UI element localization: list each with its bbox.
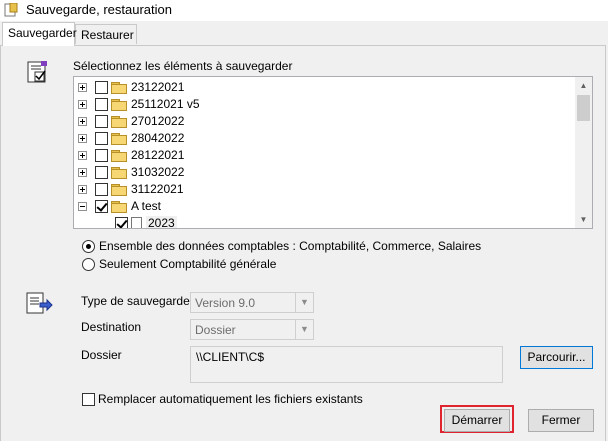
destination-value: Dossier [195,323,236,337]
folder-label: Dossier [81,348,122,362]
replace-checkbox[interactable] [82,393,95,406]
scroll-thumb[interactable] [577,95,590,121]
tree-item[interactable]: 31032022 [74,164,574,181]
tree-item-label: 27012022 [131,114,185,128]
folder-icon [111,116,127,128]
tree-item-label: 31122021 [131,182,184,196]
tree-item-label: A test [131,199,162,213]
tree-item[interactable]: 28122021 [74,147,574,164]
tree-checkbox[interactable] [95,98,108,111]
tree-item[interactable]: 25112021 v5 [74,96,574,113]
checklist-icon [27,61,47,83]
browse-label: Parcourir... [527,350,586,364]
tree-checkbox[interactable] [95,132,108,145]
tab-label: Restaurer [81,28,134,42]
title-bar: Sauvegarde, restauration [0,0,608,21]
scroll-down-icon[interactable]: ▼ [575,211,592,228]
radio-all-data[interactable] [82,240,95,253]
tab-label: Sauvegarder [8,26,77,40]
tree-item-label: 28042022 [131,131,185,145]
tab-restaurer[interactable]: Restaurer [75,24,137,44]
tree-scrollbar[interactable]: ▲ ▼ [575,77,592,228]
backup-type-value: Version 9.0 [195,296,256,310]
tree-checkbox[interactable] [95,81,108,94]
tree-checkbox[interactable] [95,115,108,128]
backup-type-label: Type de sauvegarde [81,294,190,308]
tree-item[interactable]: A test [74,198,574,215]
start-label: Démarrer [451,413,503,427]
tree-checkbox[interactable] [95,149,108,162]
folder-icon [111,184,127,196]
radio-general-ledger[interactable] [82,258,95,271]
tree-item[interactable]: 23122021 [74,79,574,96]
expand-icon[interactable] [78,134,87,143]
folder-path-value: \\CLIENT\C$ [196,350,265,364]
folder-icon [111,201,127,213]
tab-sauvegarder[interactable]: Sauvegarder [2,22,77,46]
browse-button[interactable]: Parcourir... [520,346,593,369]
folder-path-field[interactable]: \\CLIENT\C$ [190,346,503,383]
close-label: Fermer [541,413,581,427]
tree-item[interactable]: 2023 [74,215,574,229]
radio-general-ledger-label: Seulement Comptabilité générale [99,257,277,271]
tree-item-label: 25112021 v5 [131,97,200,111]
app-icon [4,3,18,17]
tree-item[interactable]: 28042022 [74,130,574,147]
backup-type-select[interactable]: Version 9.0 ▼ [190,292,314,313]
backup-icon [26,292,53,314]
tree-checkbox[interactable] [95,183,108,196]
tree-item-label: 31032022 [131,165,185,179]
folder-icon [111,133,127,145]
tree-item[interactable]: 31122021 [74,181,574,198]
close-button[interactable]: Fermer [528,409,594,432]
tree-item-label: 2023 [146,216,177,229]
chevron-down-icon[interactable]: ▼ [295,320,313,339]
expand-icon[interactable] [78,100,87,109]
expand-icon[interactable] [78,185,87,194]
document-icon [131,217,142,228]
replace-label: Remplacer automatiquement les fichiers e… [98,392,363,406]
chevron-down-icon[interactable]: ▼ [295,293,313,312]
expand-icon[interactable] [78,83,87,92]
collapse-icon[interactable] [78,202,87,211]
expand-icon[interactable] [78,117,87,126]
destination-select[interactable]: Dossier ▼ [190,319,314,340]
backup-tree[interactable]: 23122021 25112021 v5 27012022 28042022 2… [73,76,593,229]
destination-label: Destination [81,320,142,334]
folder-icon [111,99,127,111]
tree-checkbox[interactable] [95,200,108,213]
tree-checkbox[interactable] [95,166,108,179]
folder-icon [111,167,127,179]
folder-icon [111,82,127,94]
tree-item-label: 23122021 [131,80,185,94]
window-title: Sauvegarde, restauration [26,2,172,17]
tree-item-label: 28122021 [131,148,185,162]
expand-icon[interactable] [78,168,87,177]
expand-icon[interactable] [78,151,87,160]
tree-item[interactable]: 27012022 [74,113,574,130]
radio-all-data-label: Ensemble des données comptables : Compta… [99,239,482,253]
start-button[interactable]: Démarrer [444,409,510,432]
select-label: Sélectionnez les éléments à sauvegarder [73,59,293,73]
scroll-up-icon[interactable]: ▲ [575,77,592,94]
tree-checkbox[interactable] [115,217,128,228]
folder-icon [111,150,127,162]
